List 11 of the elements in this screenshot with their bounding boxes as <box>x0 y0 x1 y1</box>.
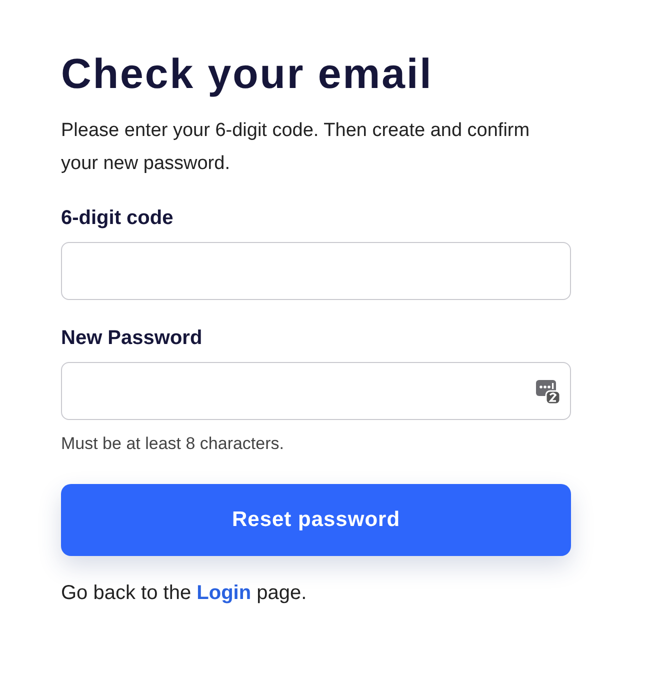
field-label: 6-digit code <box>61 206 174 231</box>
code-field[interactable] <box>61 242 571 300</box>
field-hint: Must be at least 8 characters. <box>61 434 285 454</box>
field-label: New Password <box>61 326 204 351</box>
login-link[interactable]: Login <box>196 582 252 604</box>
password-field[interactable] <box>61 362 571 420</box>
password-key-icon[interactable] <box>536 378 560 404</box>
back-to-login-text: Go back to the Login page. <box>61 582 308 605</box>
reset-password-button[interactable]: Reset password <box>61 484 571 556</box>
instructions: Please enter your 6-digit code. Then create and confirm your new password. <box>61 119 531 176</box>
page-title: Check your email <box>61 49 434 99</box>
